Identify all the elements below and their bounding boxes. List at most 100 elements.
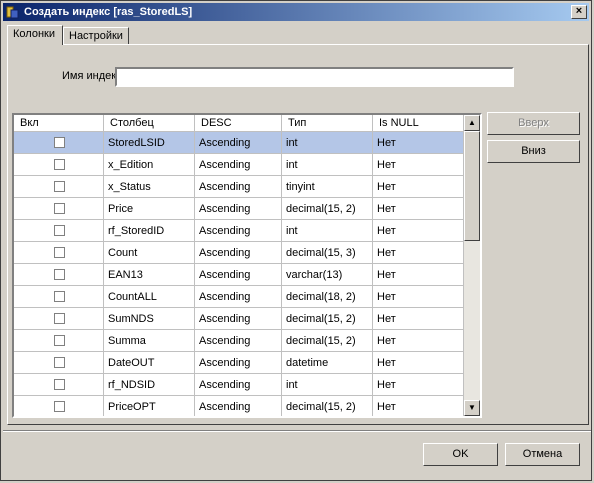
cell-type[interactable]: decimal(15, 2): [282, 396, 373, 416]
cell-column[interactable]: rf_NDSID: [104, 374, 195, 396]
cell-column[interactable]: x_Edition: [104, 154, 195, 176]
cell-column[interactable]: x_Status: [104, 176, 195, 198]
ok-button[interactable]: OK: [423, 443, 498, 466]
cell-is-null[interactable]: Нет: [373, 198, 464, 220]
table-row[interactable]: Summa Ascending decimal(15, 2) Нет: [14, 330, 464, 352]
cell-type[interactable]: int: [282, 220, 373, 242]
enable-checkbox[interactable]: [54, 401, 65, 412]
window-title: Создать индекс [ras_StoredLS]: [24, 6, 193, 18]
tab-columns[interactable]: Колонки: [7, 25, 63, 45]
cell-type[interactable]: int: [282, 374, 373, 396]
cell-type[interactable]: decimal(18, 2): [282, 286, 373, 308]
header-type[interactable]: Тип: [282, 115, 373, 132]
cell-desc[interactable]: Ascending: [195, 330, 282, 352]
cell-type[interactable]: tinyint: [282, 176, 373, 198]
scroll-down-button[interactable]: ▼: [464, 400, 480, 416]
enable-checkbox[interactable]: [54, 291, 65, 302]
cell-type[interactable]: decimal(15, 2): [282, 330, 373, 352]
cell-desc[interactable]: Ascending: [195, 396, 282, 416]
move-up-button[interactable]: Вверх: [487, 112, 580, 135]
index-name-input[interactable]: [115, 67, 514, 87]
table-row[interactable]: CountALL Ascending decimal(18, 2) Нет: [14, 286, 464, 308]
enable-checkbox[interactable]: [54, 225, 65, 236]
cell-is-null[interactable]: Нет: [373, 352, 464, 374]
table-row[interactable]: Price Ascending decimal(15, 2) Нет: [14, 198, 464, 220]
header-desc[interactable]: DESC: [195, 115, 282, 132]
cell-is-null[interactable]: Нет: [373, 132, 464, 154]
cell-column[interactable]: SumNDS: [104, 308, 195, 330]
enable-checkbox[interactable]: [54, 357, 65, 368]
cell-is-null[interactable]: Нет: [373, 308, 464, 330]
enable-checkbox[interactable]: [54, 203, 65, 214]
cell-desc[interactable]: Ascending: [195, 154, 282, 176]
cell-desc[interactable]: Ascending: [195, 176, 282, 198]
cell-is-null[interactable]: Нет: [373, 330, 464, 352]
cell-is-null[interactable]: Нет: [373, 242, 464, 264]
table-row[interactable]: rf_StoredID Ascending int Нет: [14, 220, 464, 242]
move-down-button[interactable]: Вниз: [487, 140, 580, 163]
cell-type[interactable]: datetime: [282, 352, 373, 374]
cell-type[interactable]: decimal(15, 3): [282, 242, 373, 264]
cell-type[interactable]: varchar(13): [282, 264, 373, 286]
enable-checkbox[interactable]: [54, 247, 65, 258]
cell-column[interactable]: PriceOPT: [104, 396, 195, 416]
title-bar[interactable]: Создать индекс [ras_StoredLS] ×: [3, 3, 589, 21]
columns-grid[interactable]: Вкл Столбец DESC Тип Is NULL StoredLSID A…: [12, 113, 482, 418]
cell-desc[interactable]: Ascending: [195, 286, 282, 308]
cell-desc[interactable]: Ascending: [195, 374, 282, 396]
cell-column[interactable]: CountALL: [104, 286, 195, 308]
cell-enabled: [14, 198, 104, 220]
enable-checkbox[interactable]: [54, 181, 65, 192]
enable-checkbox[interactable]: [54, 159, 65, 170]
table-row[interactable]: x_Status Ascending tinyint Нет: [14, 176, 464, 198]
header-column[interactable]: Столбец: [104, 115, 195, 132]
cell-is-null[interactable]: Нет: [373, 176, 464, 198]
cell-type[interactable]: int: [282, 132, 373, 154]
header-enabled[interactable]: Вкл: [14, 115, 104, 132]
header-is-null[interactable]: Is NULL: [373, 115, 464, 132]
cell-column[interactable]: StoredLSID: [104, 132, 195, 154]
close-button[interactable]: ×: [571, 5, 587, 19]
table-row[interactable]: Count Ascending decimal(15, 3) Нет: [14, 242, 464, 264]
cell-is-null[interactable]: Нет: [373, 396, 464, 416]
enable-checkbox[interactable]: [54, 335, 65, 346]
cell-desc[interactable]: Ascending: [195, 264, 282, 286]
cell-desc[interactable]: Ascending: [195, 352, 282, 374]
cell-column[interactable]: Count: [104, 242, 195, 264]
cell-column[interactable]: Summa: [104, 330, 195, 352]
cell-column[interactable]: EAN13: [104, 264, 195, 286]
vertical-scrollbar[interactable]: ▲ ▼: [464, 115, 480, 416]
cell-desc[interactable]: Ascending: [195, 198, 282, 220]
cell-is-null[interactable]: Нет: [373, 264, 464, 286]
scroll-thumb[interactable]: [464, 131, 480, 241]
cell-is-null[interactable]: Нет: [373, 374, 464, 396]
table-row[interactable]: x_Edition Ascending int Нет: [14, 154, 464, 176]
enable-checkbox[interactable]: [54, 379, 65, 390]
cell-desc[interactable]: Ascending: [195, 220, 282, 242]
tab-settings[interactable]: Настройки: [63, 27, 129, 44]
cell-desc[interactable]: Ascending: [195, 132, 282, 154]
enable-checkbox[interactable]: [54, 269, 65, 280]
cancel-button[interactable]: Отмена: [505, 443, 580, 466]
cell-type[interactable]: decimal(15, 2): [282, 198, 373, 220]
cell-desc[interactable]: Ascending: [195, 308, 282, 330]
cell-column[interactable]: DateOUT: [104, 352, 195, 374]
cell-is-null[interactable]: Нет: [373, 154, 464, 176]
enable-checkbox[interactable]: [54, 137, 65, 148]
cell-column[interactable]: Price: [104, 198, 195, 220]
cell-type[interactable]: int: [282, 154, 373, 176]
cell-column[interactable]: rf_StoredID: [104, 220, 195, 242]
table-row[interactable]: rf_NDSID Ascending int Нет: [14, 374, 464, 396]
cell-is-null[interactable]: Нет: [373, 286, 464, 308]
cell-type[interactable]: decimal(15, 2): [282, 308, 373, 330]
enable-checkbox[interactable]: [54, 313, 65, 324]
cell-is-null[interactable]: Нет: [373, 220, 464, 242]
cell-enabled: [14, 176, 104, 198]
scroll-up-button[interactable]: ▲: [464, 115, 480, 131]
table-row[interactable]: SumNDS Ascending decimal(15, 2) Нет: [14, 308, 464, 330]
table-row[interactable]: EAN13 Ascending varchar(13) Нет: [14, 264, 464, 286]
table-row[interactable]: StoredLSID Ascending int Нет: [14, 132, 464, 154]
table-row[interactable]: DateOUT Ascending datetime Нет: [14, 352, 464, 374]
cell-desc[interactable]: Ascending: [195, 242, 282, 264]
table-row[interactable]: PriceOPT Ascending decimal(15, 2) Нет: [14, 396, 464, 416]
